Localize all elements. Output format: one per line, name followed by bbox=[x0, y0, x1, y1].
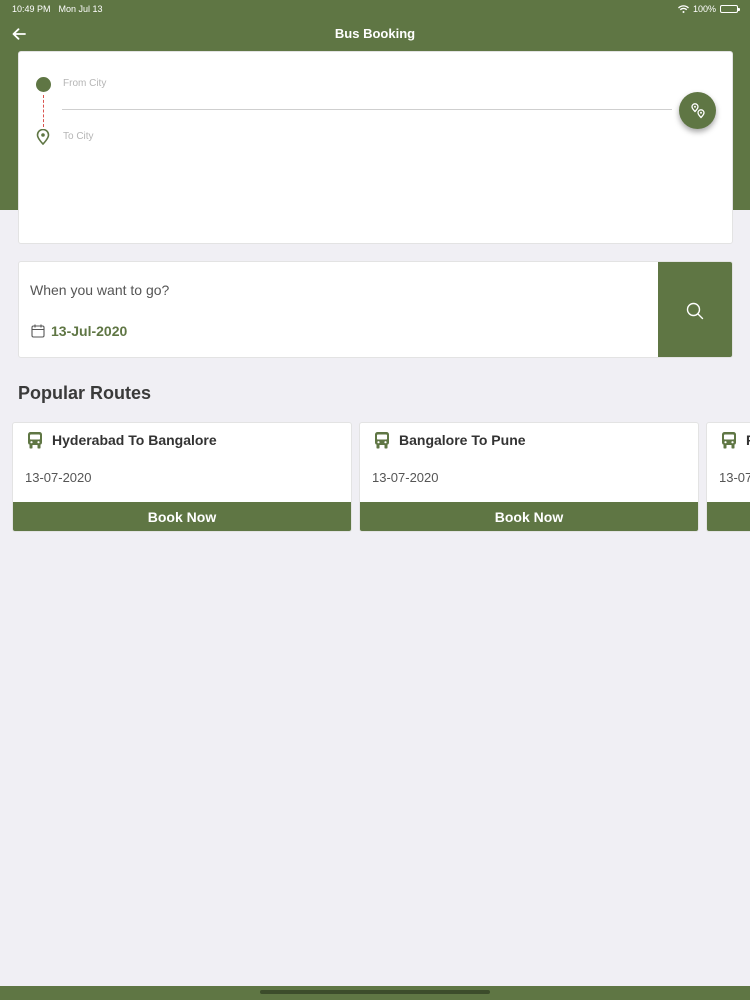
route-title: P bbox=[746, 432, 750, 448]
popular-routes-heading: Popular Routes bbox=[18, 383, 152, 403]
book-now-button[interactable] bbox=[707, 502, 750, 531]
home-indicator[interactable] bbox=[260, 990, 490, 994]
popular-routes-carousel[interactable]: Hyderabad To Bangalore 13-07-2020 Book N… bbox=[12, 422, 750, 534]
status-bar: 10:49 PM Mon Jul 13 100% bbox=[0, 0, 750, 18]
battery-icon bbox=[720, 5, 740, 13]
route-card[interactable]: Hyderabad To Bangalore 13-07-2020 Book N… bbox=[12, 422, 352, 532]
calendar-icon bbox=[31, 324, 45, 338]
from-city-input[interactable]: From City bbox=[63, 78, 106, 89]
bottom-bar bbox=[0, 986, 750, 1000]
book-now-button[interactable]: Book Now bbox=[13, 502, 351, 531]
search-button[interactable] bbox=[658, 262, 732, 357]
wifi-icon bbox=[678, 5, 689, 13]
bus-icon bbox=[722, 432, 736, 449]
page-title: Bus Booking bbox=[334, 26, 416, 41]
book-now-button[interactable]: Book Now bbox=[360, 502, 698, 531]
travel-date-card[interactable]: When you want to go? 13-Jul-2020 bbox=[18, 261, 733, 358]
location-swap-icon bbox=[690, 102, 705, 118]
swap-cities-button[interactable] bbox=[679, 92, 716, 129]
route-title: Hyderabad To Bangalore bbox=[52, 432, 217, 448]
battery-percent: 100% bbox=[692, 4, 716, 14]
route-date: 13-07-2020 bbox=[25, 470, 92, 485]
city-selection-card: From City To City bbox=[18, 51, 733, 244]
route-card[interactable]: Bangalore To Pune 13-07-2020 Book Now bbox=[359, 422, 699, 532]
bus-icon bbox=[375, 432, 389, 449]
route-title: Bangalore To Pune bbox=[399, 432, 526, 448]
from-city-dot-icon bbox=[36, 77, 51, 92]
route-date: 13-07 bbox=[719, 470, 750, 485]
route-date: 13-07-2020 bbox=[372, 470, 439, 485]
route-dashed-line bbox=[43, 95, 44, 127]
bus-icon bbox=[28, 432, 42, 449]
search-icon bbox=[686, 302, 704, 319]
location-pin-icon bbox=[36, 129, 50, 145]
selected-date[interactable]: 13-Jul-2020 bbox=[51, 323, 127, 339]
city-divider bbox=[62, 109, 672, 110]
status-time: 10:49 PM bbox=[12, 4, 51, 14]
status-date: Mon Jul 13 bbox=[58, 4, 103, 14]
to-city-input[interactable]: To City bbox=[63, 131, 94, 142]
route-card[interactable]: P 13-07 bbox=[706, 422, 750, 532]
date-prompt: When you want to go? bbox=[30, 282, 170, 298]
navigation-bar: Bus Booking bbox=[0, 20, 750, 48]
